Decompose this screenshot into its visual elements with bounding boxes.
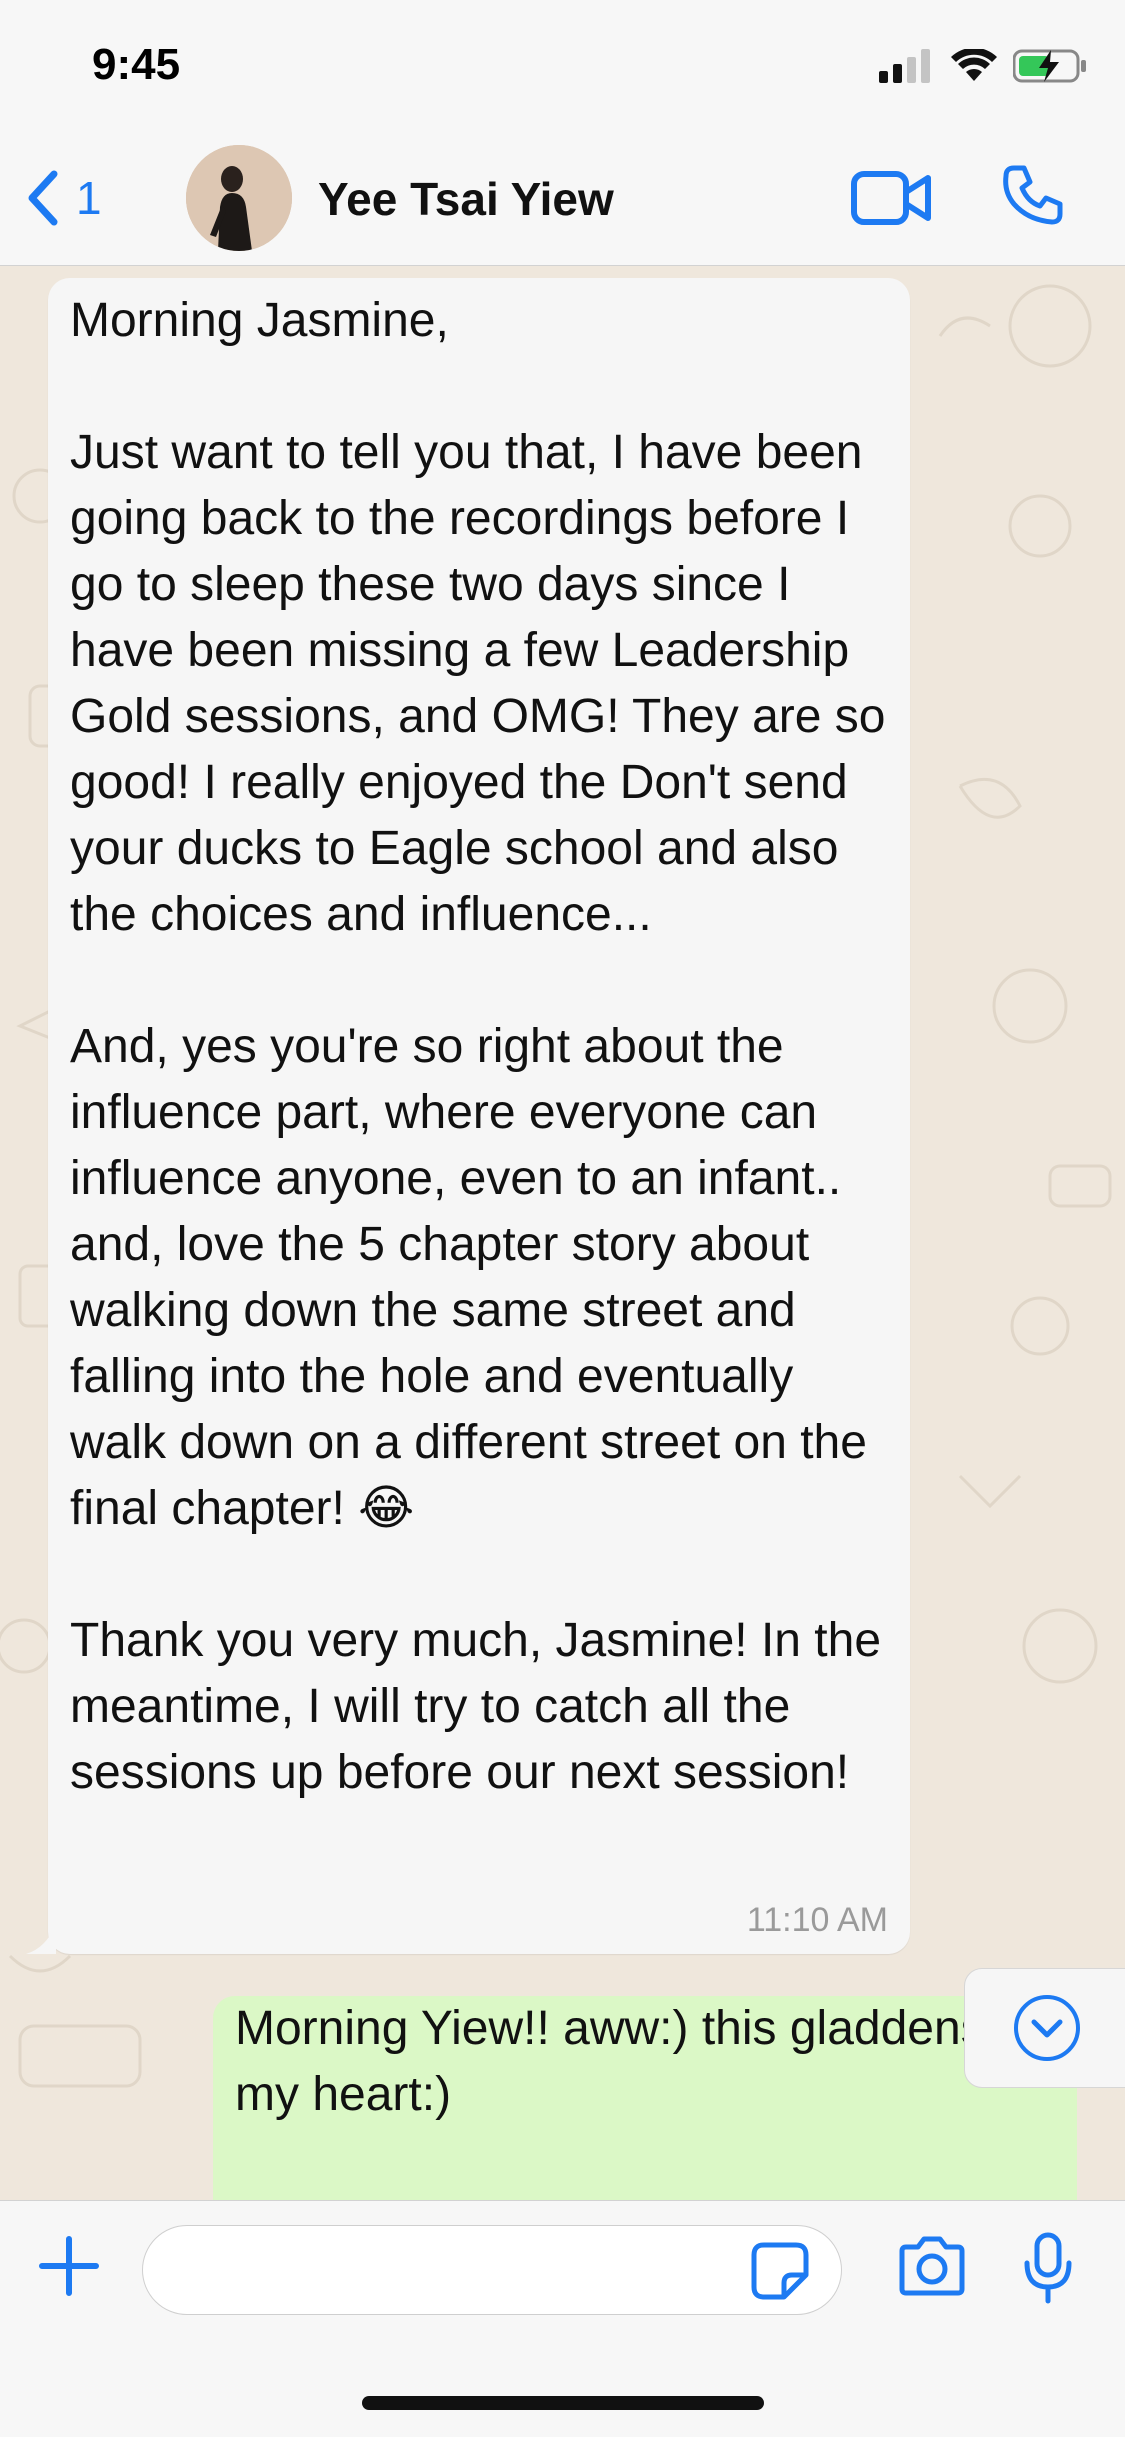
camera-button[interactable] (896, 2235, 968, 2302)
avatar-photo (186, 145, 292, 251)
status-icons (879, 48, 1089, 84)
unread-count: 1 (76, 172, 102, 224)
plus-icon (39, 2236, 99, 2296)
avatar[interactable] (186, 145, 292, 251)
camera-icon (899, 2236, 965, 2296)
home-indicator (362, 2396, 764, 2410)
sticker-button[interactable] (750, 2241, 810, 2306)
chat-area[interactable]: Morning Jasmine, Just want to tell you t… (0, 266, 1125, 2200)
video-camera-icon (851, 171, 931, 225)
contact-name[interactable]: Yee Tsai Yiew (318, 172, 614, 226)
phone-icon (1003, 165, 1063, 225)
attach-button[interactable] (36, 2233, 102, 2304)
chat-header: 1 Yee Tsai Yiew (0, 130, 1125, 266)
outgoing-message[interactable]: Morning Yiew!! aww:) this gladdens my he… (213, 1996, 1077, 2200)
wifi-icon (951, 49, 997, 81)
voice-call-button[interactable] (1000, 162, 1066, 233)
message-text: Morning Jasmine, Just want to tell you t… (70, 294, 886, 1799)
scroll-to-bottom-button[interactable] (964, 1968, 1125, 2088)
signal-icon (879, 49, 930, 83)
message-timestamp: 11:10 AM (746, 1901, 888, 1939)
message-text: Morning Yiew!! aww:) this gladdens my he… (235, 2002, 985, 2121)
status-time: 9:45 (92, 40, 181, 89)
message-input[interactable] (142, 2225, 842, 2315)
incoming-message[interactable]: Morning Jasmine, Just want to tell you t… (26, 278, 910, 1954)
back-button[interactable]: 1 (22, 168, 102, 228)
voice-message-button[interactable] (1022, 2231, 1074, 2312)
chevron-down-circle-icon (1014, 1995, 1080, 2061)
chevron-left-icon (28, 170, 58, 226)
bubble-tail (26, 1924, 56, 1954)
microphone-icon (1024, 2232, 1072, 2304)
video-call-button[interactable] (850, 168, 932, 233)
status-bar: 9:45 (0, 0, 1125, 130)
sticker-icon (751, 2242, 809, 2300)
battery-charging-icon (1013, 49, 1086, 83)
